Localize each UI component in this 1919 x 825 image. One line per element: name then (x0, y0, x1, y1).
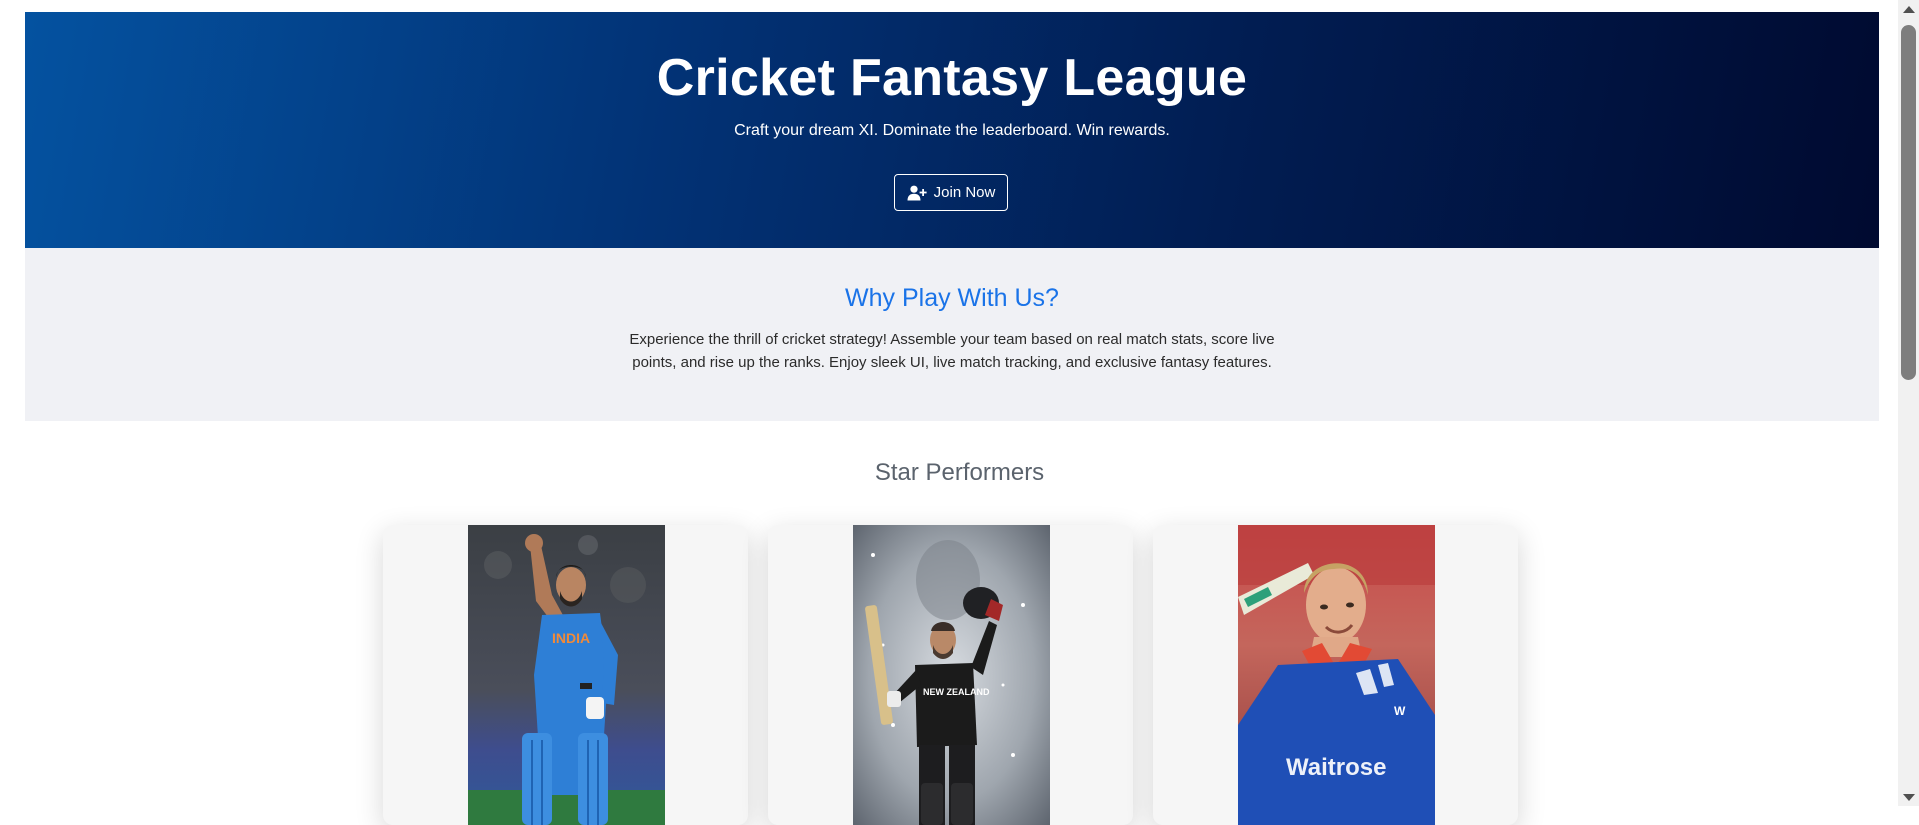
hero-banner: Cricket Fantasy League Craft your dream … (25, 12, 1879, 248)
player-card[interactable]: INDIA (383, 525, 748, 825)
player-card[interactable]: NEW ZEALAND (768, 525, 1133, 825)
scrollbar-thumb[interactable] (1901, 25, 1916, 380)
scroll-down-icon[interactable] (1898, 788, 1919, 806)
scroll-up-icon[interactable] (1898, 0, 1919, 18)
join-now-label: Join Now (933, 184, 996, 201)
why-title: Why Play With Us? (845, 284, 1059, 312)
why-section: Why Play With Us? Experience the thrill … (25, 248, 1879, 421)
hero-title: Cricket Fantasy League (656, 49, 1248, 107)
player-photo: Waitrose W (1238, 525, 1435, 825)
player-photo: NEW ZEALAND (853, 525, 1050, 825)
svg-text:NEW ZEALAND: NEW ZEALAND (923, 687, 990, 697)
svg-text:W: W (1394, 704, 1406, 718)
hero-subtitle: Craft your dream XI. Dominate the leader… (734, 122, 1170, 139)
vertical-scrollbar[interactable] (1898, 0, 1919, 806)
player-card[interactable]: Waitrose W (1153, 525, 1518, 825)
svg-text:INDIA: INDIA (552, 630, 590, 646)
star-performers-title: Star Performers (874, 459, 1045, 486)
why-description: Experience the thrill of cricket strateg… (629, 331, 1275, 371)
join-now-button[interactable]: Join Now (894, 174, 1008, 211)
svg-text:Waitrose: Waitrose (1286, 754, 1386, 781)
user-plus-icon (907, 185, 927, 200)
page: Cricket Fantasy League Craft your dream … (25, 12, 1879, 421)
player-photo: INDIA (468, 525, 665, 825)
